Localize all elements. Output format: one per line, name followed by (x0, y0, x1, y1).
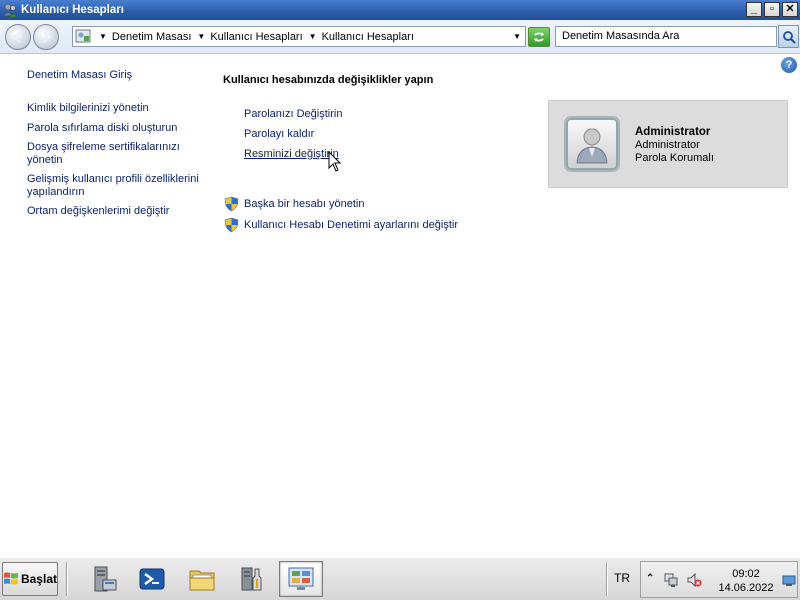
page-heading: Kullanıcı hesabınızda değişiklikler yapı… (223, 74, 434, 86)
help-icon[interactable]: ? (781, 57, 797, 73)
user-accounts-icon (288, 567, 314, 590)
clock-time: 09:02 (732, 568, 760, 580)
taskbar: Başlat TR ⌃ 09:02 14.06.2022 (0, 557, 800, 600)
sidebar-item-advanced-profile-properties[interactable]: Gelişmiş kullanıcı profili özelliklerini… (27, 173, 207, 198)
avatar[interactable] (564, 116, 620, 172)
network-icon[interactable] (663, 572, 679, 588)
user-accounts-window: Kullanıcı Hesapları _ ▫ ✕ ▼ Denetim Masas… (0, 0, 800, 557)
breadcrumb-item[interactable]: ▼ Denetim Masası (99, 31, 191, 43)
manage-another-account-link[interactable]: Başka bir hesabı yönetin (244, 198, 364, 210)
refresh-button[interactable] (528, 27, 550, 47)
user-name: Administrator (635, 126, 711, 138)
taskbar-app-admin-tools[interactable] (230, 561, 274, 597)
user-picture-icon (576, 128, 608, 164)
close-button[interactable]: ✕ (782, 2, 798, 17)
window-title: Kullanıcı Hesapları (21, 4, 124, 16)
user-status: Parola Korumalı (635, 152, 714, 164)
chevron-right-icon: ▼ (99, 32, 107, 41)
user-account-panel: Administrator Administrator Parola Korum… (548, 100, 788, 188)
clock-date: 14.06.2022 (718, 582, 774, 594)
uac-shield-icon (224, 196, 239, 212)
powershell-icon (139, 568, 165, 590)
notification-area: ⌃ 09:02 14.06.2022 (640, 561, 798, 598)
file-explorer-icon (189, 570, 215, 591)
control-panel-icon (75, 29, 91, 43)
control-panel-tools-icon (241, 567, 262, 591)
search-input[interactable]: Denetim Masasında Ara (555, 26, 777, 47)
taskbar-divider (606, 562, 608, 596)
search-icon (782, 30, 796, 44)
title-bar[interactable]: Kullanıcı Hesapları _ ▫ ✕ (0, 0, 800, 20)
uac-shield-icon (224, 217, 239, 233)
back-button[interactable] (5, 24, 31, 50)
user-accounts-icon (2, 3, 18, 18)
chevron-right-icon: ▼ (308, 32, 317, 41)
show-hidden-icons-icon[interactable]: ⌃ (646, 573, 654, 584)
chevron-right-icon: ▼ (197, 32, 206, 41)
volume-muted-icon[interactable] (686, 572, 702, 588)
start-button[interactable]: Başlat (2, 562, 58, 596)
taskbar-app-server-manager[interactable] (82, 561, 126, 597)
admin-task-item[interactable]: Başka bir hesabı yönetin (224, 196, 458, 212)
windows-logo-icon (3, 572, 18, 585)
sidebar: Denetim Masası Giriş Kimlik bilgileriniz… (27, 69, 207, 225)
user-role: Administrator (635, 139, 700, 151)
show-desktop-icon[interactable] (782, 575, 796, 587)
chevron-down-icon[interactable]: ▼ (513, 32, 521, 41)
start-label: Başlat (20, 572, 57, 586)
admin-task-item[interactable]: Kullanıcı Hesabı Denetimi ayarlarını değ… (224, 217, 458, 233)
sidebar-item-environment-variables[interactable]: Ortam değişkenlerimi değiştir (27, 205, 207, 218)
refresh-icon (534, 32, 544, 42)
taskbar-app-file-explorer[interactable] (180, 561, 224, 597)
breadcrumb-item[interactable]: ▼ Kullanıcı Hesapları (309, 31, 414, 43)
clock[interactable]: 09:02 14.06.2022 (711, 567, 781, 595)
minimize-button[interactable]: _ (746, 2, 762, 17)
sidebar-item-control-panel-home[interactable]: Denetim Masası Giriş (27, 69, 207, 81)
server-manager-icon (94, 566, 117, 592)
search-button[interactable] (778, 25, 799, 48)
navigation-bar: ▼ Denetim Masası ▼ Kullanıcı Hesapları ▼ Ku… (0, 20, 800, 54)
taskbar-app-powershell[interactable] (130, 561, 174, 597)
taskbar-app-user-accounts[interactable] (279, 561, 323, 597)
breadcrumb-item[interactable]: ▼ Kullanıcı Hesapları (197, 31, 302, 43)
sidebar-item-password-reset-disk[interactable]: Parola sıfırlama diski oluşturun (27, 122, 207, 135)
uac-settings-link[interactable]: Kullanıcı Hesabı Denetimi ayarlarını değ… (244, 219, 458, 231)
admin-task-list: Başka bir hesabı yönetin Kullanıcı Hesab… (224, 196, 458, 238)
language-indicator[interactable]: TR (614, 571, 630, 585)
address-bar[interactable]: ▼ Denetim Masası ▼ Kullanıcı Hesapları ▼ Ku… (72, 26, 526, 47)
taskbar-divider (66, 562, 68, 596)
sidebar-item-file-encryption-certificates[interactable]: Dosya şifreleme sertifikalarınızı yöneti… (27, 141, 207, 166)
remove-password-link[interactable]: Parolayı kaldır (244, 128, 342, 141)
forward-button[interactable] (33, 24, 59, 50)
back-arrow-icon (12, 31, 21, 43)
change-password-link[interactable]: Parolanızı Değiştirin (244, 108, 342, 121)
forward-arrow-icon (43, 31, 52, 43)
sidebar-item-manage-credentials[interactable]: Kimlik bilgilerinizi yönetin (27, 102, 207, 115)
restore-button[interactable]: ▫ (764, 2, 780, 17)
mouse-cursor-icon (328, 151, 342, 172)
user-info: Administrator Administrator Parola Korum… (635, 126, 714, 165)
